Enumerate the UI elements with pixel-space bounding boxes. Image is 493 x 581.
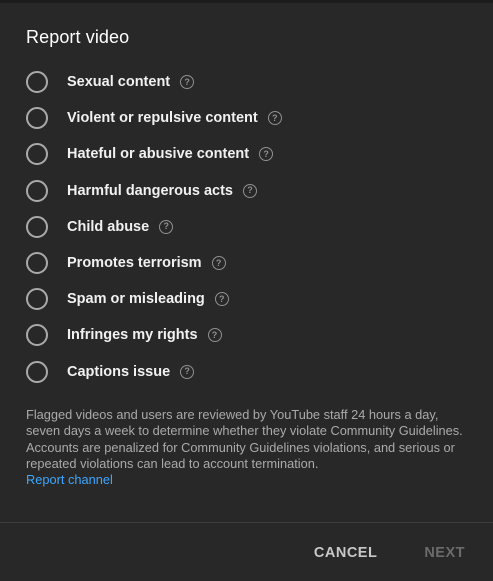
radio-button[interactable] — [26, 252, 48, 275]
dialog-title: Report video — [26, 27, 130, 47]
option-label: Spam or misleading — [67, 291, 205, 308]
help-circle-icon[interactable]: ? — [214, 292, 229, 307]
report-channel-link[interactable]: Report channel — [26, 472, 466, 488]
help-circle-icon[interactable]: ? — [180, 75, 195, 90]
cancel-button[interactable]: CANCEL — [314, 545, 377, 561]
option-harmful-acts[interactable]: Harmful dangerous acts ? — [26, 173, 466, 209]
dialog-actions: CANCEL NEXT — [314, 545, 465, 561]
radio-button[interactable] — [26, 324, 48, 347]
option-captions-issue[interactable]: Captions issue ? — [26, 354, 466, 390]
help-circle-icon[interactable]: ? — [243, 183, 257, 198]
radio-button[interactable] — [26, 215, 48, 238]
radio-button[interactable] — [26, 107, 48, 130]
help-circle-icon[interactable]: ? — [207, 328, 222, 343]
footer-divider — [0, 522, 493, 523]
option-label: Violent or repulsive content — [67, 110, 258, 127]
option-label: Hateful or abusive content — [67, 146, 250, 163]
next-button[interactable]: NEXT — [424, 545, 465, 561]
help-circle-icon[interactable]: ? — [259, 147, 274, 162]
option-label: Sexual content — [67, 74, 171, 91]
help-circle-icon[interactable]: ? — [267, 111, 282, 126]
option-label: Child abuse — [67, 218, 150, 235]
radio-button[interactable] — [26, 288, 48, 311]
option-promotes-terrorism[interactable]: Promotes terrorism ? — [26, 245, 466, 281]
option-infringes-rights[interactable]: Infringes my rights ? — [26, 317, 466, 353]
radio-button[interactable] — [26, 179, 48, 202]
radio-button[interactable] — [26, 360, 48, 383]
report-video-dialog: Report video Sexual content ? Violent or… — [0, 0, 493, 581]
option-violent-content[interactable]: Violent or repulsive content ? — [26, 100, 466, 136]
report-options-list: Sexual content ? Violent or repulsive co… — [26, 64, 466, 390]
disclaimer-text: Flagged videos and users are reviewed by… — [26, 407, 463, 471]
help-circle-icon[interactable]: ? — [211, 256, 226, 271]
option-label: Captions issue — [67, 363, 171, 380]
option-child-abuse[interactable]: Child abuse ? — [26, 209, 466, 245]
help-circle-icon[interactable]: ? — [159, 219, 174, 234]
option-sexual-content[interactable]: Sexual content ? — [26, 64, 466, 100]
option-label: Infringes my rights — [67, 327, 198, 344]
help-circle-icon[interactable]: ? — [180, 364, 195, 379]
option-label: Harmful dangerous acts — [67, 182, 233, 199]
radio-button[interactable] — [26, 143, 48, 166]
disclaimer-text-block: Flagged videos and users are reviewed by… — [26, 407, 466, 488]
option-hateful-content[interactable]: Hateful or abusive content ? — [26, 136, 466, 172]
option-spam-misleading[interactable]: Spam or misleading ? — [26, 281, 466, 317]
radio-button[interactable] — [26, 71, 48, 94]
option-label: Promotes terrorism — [67, 255, 202, 272]
